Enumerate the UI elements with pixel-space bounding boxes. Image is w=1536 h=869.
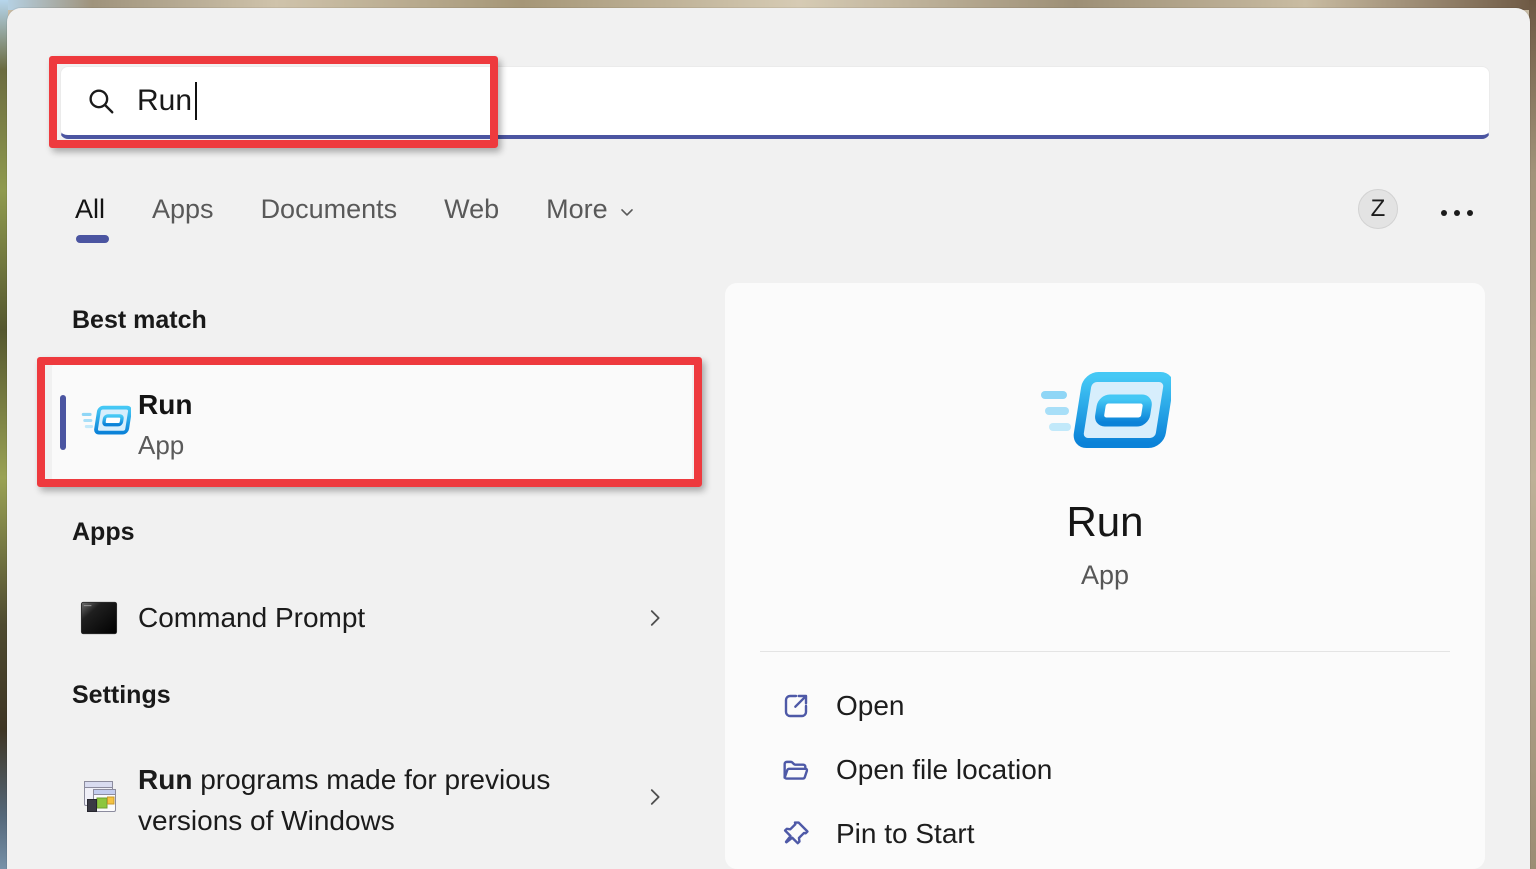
preview-pane: Run App Open Open file location xyxy=(725,283,1485,869)
section-title-best-match: Best match xyxy=(72,306,207,335)
tab-label: Web xyxy=(444,194,499,225)
filter-tabs: All Apps Documents Web More xyxy=(75,194,637,243)
run-app-icon-large xyxy=(1039,369,1171,453)
section-title-apps: Apps xyxy=(72,518,135,547)
action-pin-to-start[interactable]: Pin to Start xyxy=(767,806,1443,862)
preview-title: Run xyxy=(725,498,1485,546)
divider xyxy=(760,651,1450,652)
user-avatar[interactable]: Z xyxy=(1358,189,1398,229)
preview-subtitle: App xyxy=(725,560,1485,591)
open-icon xyxy=(780,690,812,722)
tab-label: All xyxy=(75,194,105,225)
result-run-compatibility[interactable]: Run programs made for previous versions … xyxy=(52,748,692,850)
folder-open-icon xyxy=(780,754,812,786)
search-icon xyxy=(86,86,116,116)
action-open[interactable]: Open xyxy=(767,678,1443,734)
result-title: Command Prompt xyxy=(138,602,365,634)
command-prompt-icon xyxy=(80,599,118,637)
action-label: Pin to Start xyxy=(836,818,975,850)
tab-label: More xyxy=(546,194,608,225)
result-title: Run programs made for previous versions … xyxy=(138,759,603,841)
pin-icon xyxy=(780,818,812,850)
chevron-down-icon xyxy=(617,202,637,222)
tab-label: Apps xyxy=(152,194,214,225)
active-tab-indicator xyxy=(76,235,109,243)
desktop-wallpaper-edge-right xyxy=(1529,0,1536,869)
avatar-letter: Z xyxy=(1371,195,1386,223)
action-open-file-location[interactable]: Open file location xyxy=(767,742,1443,798)
tab-web[interactable]: Web xyxy=(444,194,499,243)
chevron-right-icon[interactable] xyxy=(644,786,666,808)
compatibility-icon xyxy=(80,778,120,818)
text-cursor xyxy=(195,82,197,120)
chevron-right-icon[interactable] xyxy=(644,607,666,629)
section-title-settings: Settings xyxy=(72,681,171,710)
action-label: Open xyxy=(836,690,905,722)
run-app-icon xyxy=(81,397,131,444)
result-title: Run xyxy=(138,389,192,421)
search-input[interactable]: Run xyxy=(60,66,1490,139)
tab-apps[interactable]: Apps xyxy=(152,194,214,243)
result-subtitle: App xyxy=(138,430,184,461)
tab-more[interactable]: More xyxy=(546,194,637,243)
selection-accent-bar xyxy=(60,395,66,450)
more-options-button[interactable] xyxy=(1437,206,1477,220)
windows-search-overlay: Run All Apps Documents Web More Z Best m… xyxy=(0,0,1536,869)
tab-all[interactable]: All xyxy=(75,194,105,243)
search-input-value[interactable]: Run xyxy=(137,84,192,118)
tab-label: Documents xyxy=(261,194,398,225)
result-command-prompt[interactable]: Command Prompt xyxy=(52,586,692,650)
best-match-result-run[interactable]: Run App xyxy=(52,362,692,483)
tab-documents[interactable]: Documents xyxy=(261,194,398,243)
action-label: Open file location xyxy=(836,754,1052,786)
